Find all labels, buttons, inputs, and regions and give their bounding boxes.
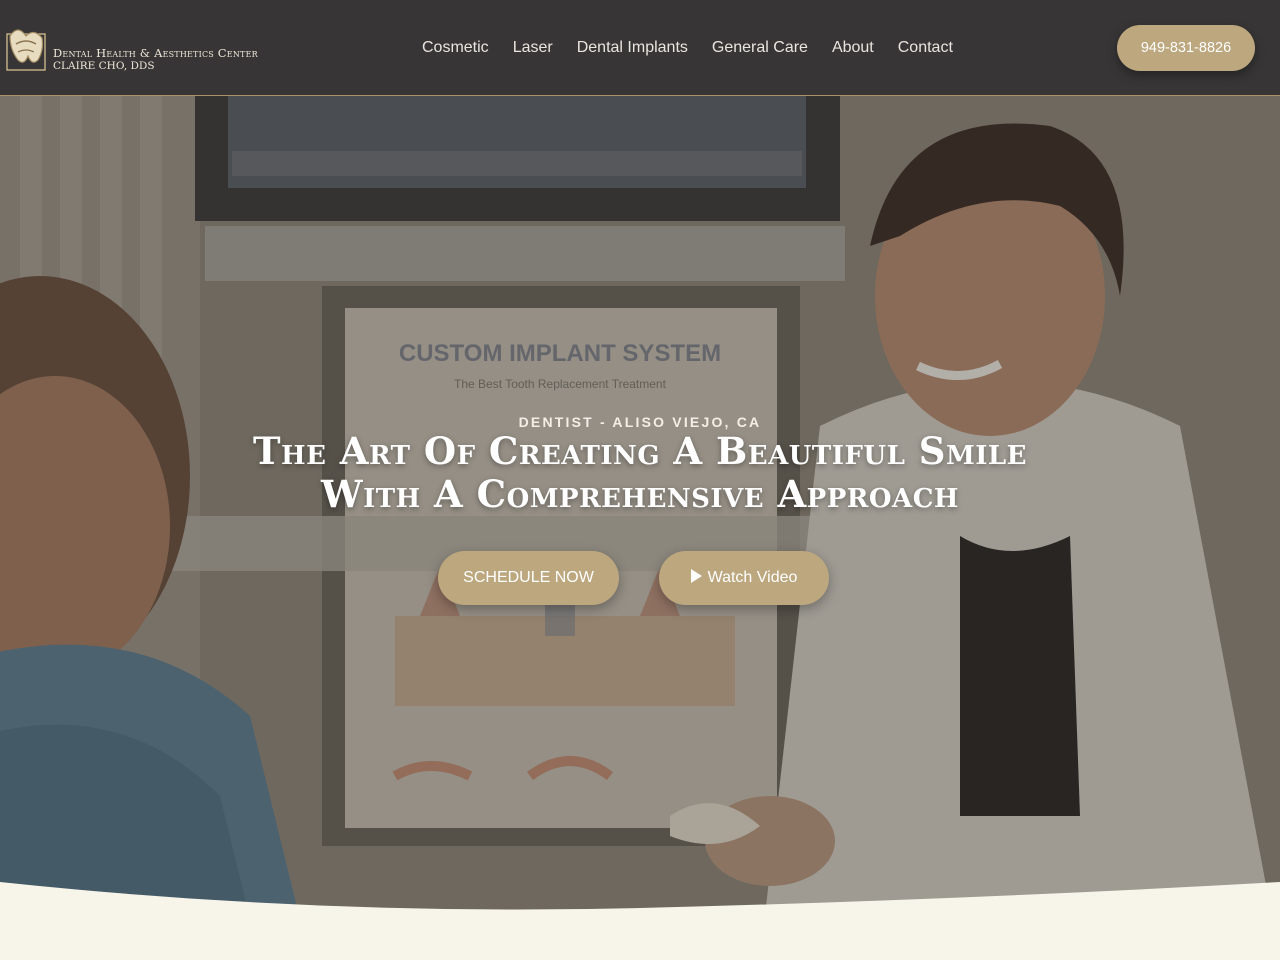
hero-subtitle: DENTIST - ALISO VIEJO, CA xyxy=(518,414,762,430)
main-nav: Cosmetic Laser Dental Implants General C… xyxy=(410,36,965,60)
nav-item-general-care[interactable]: General Care xyxy=(700,36,820,60)
logo-practice-name: Dental Health & Aesthetics Center xyxy=(53,46,258,60)
hero-section: CUSTOM IMPLANT SYSTEM The Best Tooth Rep… xyxy=(0,96,1280,960)
site-header: Dental Health & Aesthetics Center CLAIRE… xyxy=(0,0,1280,96)
hero-title-line1: The Art Of Creating A Beautiful Smile xyxy=(252,429,1028,473)
nav-item-dental-implants[interactable]: Dental Implants xyxy=(565,36,700,60)
logo-doctor-name: CLAIRE CHO, DDS xyxy=(53,60,155,72)
phone-button[interactable]: 949-831-8826 xyxy=(1117,25,1255,71)
play-icon xyxy=(690,569,702,584)
dental-logo-icon xyxy=(6,29,46,71)
nav-item-laser[interactable]: Laser xyxy=(501,36,565,60)
watch-video-button[interactable]: Watch Video xyxy=(659,551,829,605)
nav-item-cosmetic[interactable]: Cosmetic xyxy=(410,36,501,60)
hero-title: The Art Of Creating A Beautiful Smile Wi… xyxy=(140,430,1140,516)
hero-title-line2: With A Comprehensive Approach xyxy=(321,472,959,516)
watch-video-label: Watch Video xyxy=(707,569,798,586)
schedule-now-label: SCHEDULE NOW xyxy=(463,569,594,586)
logo-link[interactable]: Dental Health & Aesthetics Center CLAIRE… xyxy=(4,26,284,74)
schedule-now-button[interactable]: SCHEDULE NOW xyxy=(438,551,619,605)
hero-overlay xyxy=(0,96,1280,960)
hero-wave-divider xyxy=(0,882,1280,960)
nav-item-contact[interactable]: Contact xyxy=(886,36,965,60)
nav-item-about[interactable]: About xyxy=(820,36,886,60)
